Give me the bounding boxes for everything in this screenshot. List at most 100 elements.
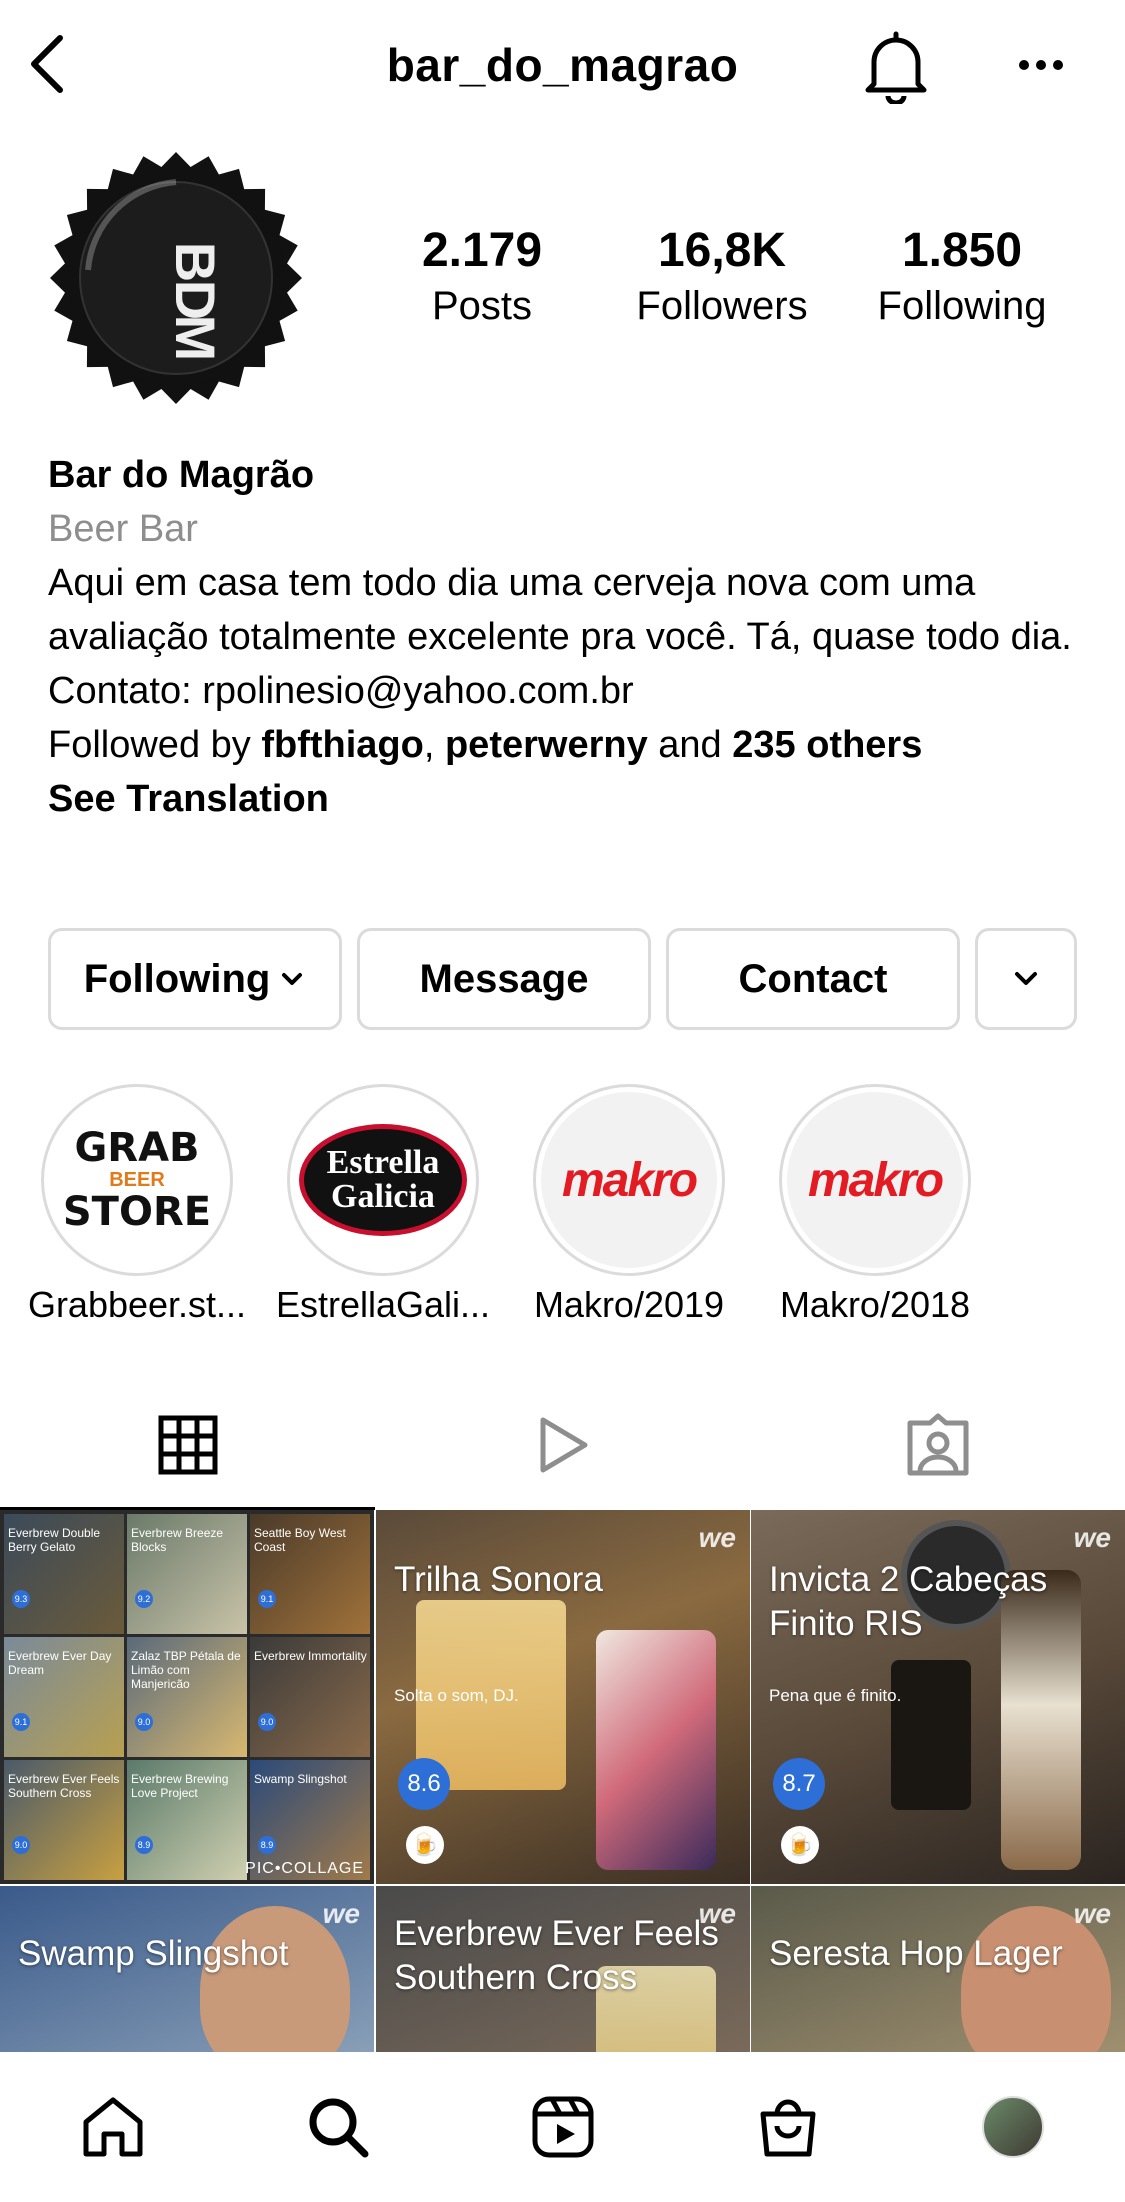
bottle-icon: 🍺 (781, 1826, 819, 1864)
collage-tile-title: Everbrew Ever Day Dream (8, 1649, 112, 1677)
post-thumbnail[interactable]: we Everbrew Ever Feels Southern Cross (376, 1886, 750, 2052)
nav-reels[interactable] (450, 2052, 675, 2202)
grid-icon (158, 1415, 217, 1475)
post-subtitle: Solta o som, DJ. (394, 1686, 519, 1705)
makro-logo: makro (807, 1153, 944, 1207)
profile-display-name: Bar do Magrão (48, 454, 315, 496)
collage-tile-title: Swamp Slingshot (254, 1772, 347, 1786)
tab-tagged[interactable] (750, 1380, 1125, 1510)
post-title: Trilha Sonora (394, 1560, 603, 1599)
estrella-logo-line2: Galicia (331, 1178, 435, 1215)
highlight-label: Makro/2018 (779, 1284, 971, 1325)
post-subtitle: Pena que é finito. (769, 1686, 902, 1705)
followed-by[interactable]: Followed by fbfthiago, peterwerny and 23… (48, 718, 1088, 772)
tab-reels[interactable] (375, 1380, 750, 1510)
highlight-label: EstrellaGali... (275, 1284, 491, 1325)
message-button[interactable]: Message (357, 928, 651, 1030)
collage-tile: Everbrew Immortality 9.0 (250, 1637, 370, 1757)
chevron-down-icon (282, 973, 303, 985)
bottom-navigation (0, 2052, 1125, 2202)
bio-contact[interactable]: Contato: rpolinesio@yahoo.com.br (48, 664, 1088, 718)
post-thumbnail[interactable]: we Invicta 2 Cabeças Finito RIS Pena que… (751, 1510, 1125, 1884)
collage-tile-score: 8.9 (135, 1836, 153, 1854)
post-title: Everbrew Ever Feels Southern Cross (394, 1914, 719, 1997)
more-options-button[interactable] (1016, 48, 1066, 82)
posts-stat[interactable]: 2.179 Posts (362, 222, 602, 332)
see-translation-link[interactable]: See Translation (48, 772, 1088, 826)
notifications-button[interactable] (860, 28, 932, 106)
following-label: Following (877, 284, 1047, 328)
posts-grid: Everbrew Double Berry Gelato 9.3 Everbrew… (0, 1510, 1125, 2052)
post-thumbnail[interactable]: Everbrew Double Berry Gelato 9.3 Everbrew… (0, 1510, 374, 1884)
story-highlight[interactable]: makro Makro/2019 (529, 1084, 729, 1325)
post-title: Invicta 2 Cabeças Finito RIS (769, 1560, 1048, 1643)
followers-label: Followers (636, 284, 808, 328)
suggested-accounts-button[interactable] (975, 928, 1077, 1030)
posts-label: Posts (431, 284, 533, 328)
collage-tile-score: 9.0 (258, 1713, 276, 1731)
nav-shop[interactable] (675, 2052, 900, 2202)
following-button[interactable]: Following (48, 928, 342, 1030)
collage-tile-title: Everbrew Ever Feels Southern Cross (8, 1772, 120, 1800)
post-thumbnail[interactable]: we Seresta Hop Lager (751, 1886, 1125, 2052)
rating-badge: 8.7 (773, 1758, 825, 1810)
tab-posts-grid[interactable] (0, 1380, 375, 1510)
contact-button[interactable]: Contact (666, 928, 960, 1030)
highlight-cover: makro (787, 1092, 963, 1268)
more-horizontal-icon (1019, 60, 1063, 70)
collage-tile-title: Everbrew Breeze Blocks (131, 1526, 224, 1554)
watermark: we (698, 1522, 736, 1553)
shop-icon (760, 2099, 815, 2157)
watermark: we (1073, 1522, 1111, 1553)
followers-stat[interactable]: 16,8K Followers (602, 222, 842, 332)
profile-username: bar_do_magrao (386, 39, 739, 91)
collage-tile: Everbrew Breeze Blocks 9.2 (127, 1514, 247, 1634)
collage-tile-title: Seattle Boy West Coast (254, 1526, 346, 1554)
search-icon (309, 2098, 368, 2158)
collage-tile-title: Everbrew Brewing Love Project (131, 1772, 229, 1800)
following-stat[interactable]: 1.850 Following (842, 222, 1082, 332)
followed-others[interactable]: 235 others (732, 724, 922, 766)
collage-tile-score: 9.1 (12, 1713, 30, 1731)
nav-home[interactable] (0, 2052, 225, 2202)
post-thumbnail[interactable]: we Trilha Sonora Solta o som, DJ. 8.6 🍺 (376, 1510, 750, 1884)
collage-tile-score: 8.9 (258, 1836, 276, 1854)
followed-user-1[interactable]: fbfthiago (261, 724, 424, 766)
story-highlight[interactable]: makro Makro/2018 (775, 1084, 975, 1325)
play-icon (540, 1417, 587, 1473)
highlight-cover: Estrella Galicia (295, 1092, 471, 1268)
profile-avatar[interactable]: B D M (48, 150, 304, 406)
profile-avatar-small (981, 2096, 1044, 2158)
message-button-label: Message (419, 956, 589, 1001)
grab-logo-line3: STORE (62, 1189, 212, 1235)
collage-tile: Everbrew Ever Feels Southern Cross 9.0 (4, 1760, 124, 1880)
followed-user-2[interactable]: peterwerny (445, 724, 648, 766)
highlight-label: Makro/2019 (533, 1284, 725, 1325)
highlight-ring: makro (533, 1084, 725, 1276)
following-count: 1.850 (901, 224, 1023, 277)
collage-tile: Everbrew Ever Day Dream 9.1 (4, 1637, 124, 1757)
grab-logo-line1: GRAB (74, 1125, 200, 1171)
watermark: we (1073, 1898, 1111, 1929)
nav-profile[interactable] (900, 2052, 1125, 2202)
story-highlight[interactable]: Estrella Galicia EstrellaGali... (276, 1084, 490, 1325)
following-button-label: Following (83, 956, 271, 1001)
highlight-ring: GRAB BEER STORE (41, 1084, 233, 1276)
chevron-down-icon (1015, 972, 1037, 985)
collage-tile-title: Everbrew Immortality (254, 1649, 367, 1663)
collage-tile-score: 9.0 (135, 1713, 153, 1731)
bottle-icon: 🍺 (406, 1826, 444, 1864)
post-thumbnail[interactable]: we Swamp Slingshot (0, 1886, 374, 2052)
nav-search[interactable] (225, 2052, 450, 2202)
collage-tile: Seattle Boy West Coast 9.1 (250, 1514, 370, 1634)
contact-button-label: Contact (738, 956, 888, 1001)
story-highlight[interactable]: GRAB BEER STORE Grabbeer.st... (28, 1084, 246, 1325)
collage-tile-score: 9.3 (12, 1590, 30, 1608)
followers-count: 16,8K (657, 224, 787, 277)
collage-tile: Everbrew Brewing Love Project 8.9 (127, 1760, 247, 1880)
svg-text:B: B (164, 242, 227, 282)
collage-tile: Zalaz TBP Pétala de Limão com Manjericão… (127, 1637, 247, 1757)
estrella-logo: Estrella Galicia (299, 1124, 467, 1236)
highlight-cover: GRAB BEER STORE (49, 1092, 225, 1268)
collage-tile: Everbrew Double Berry Gelato 9.3 (4, 1514, 124, 1634)
